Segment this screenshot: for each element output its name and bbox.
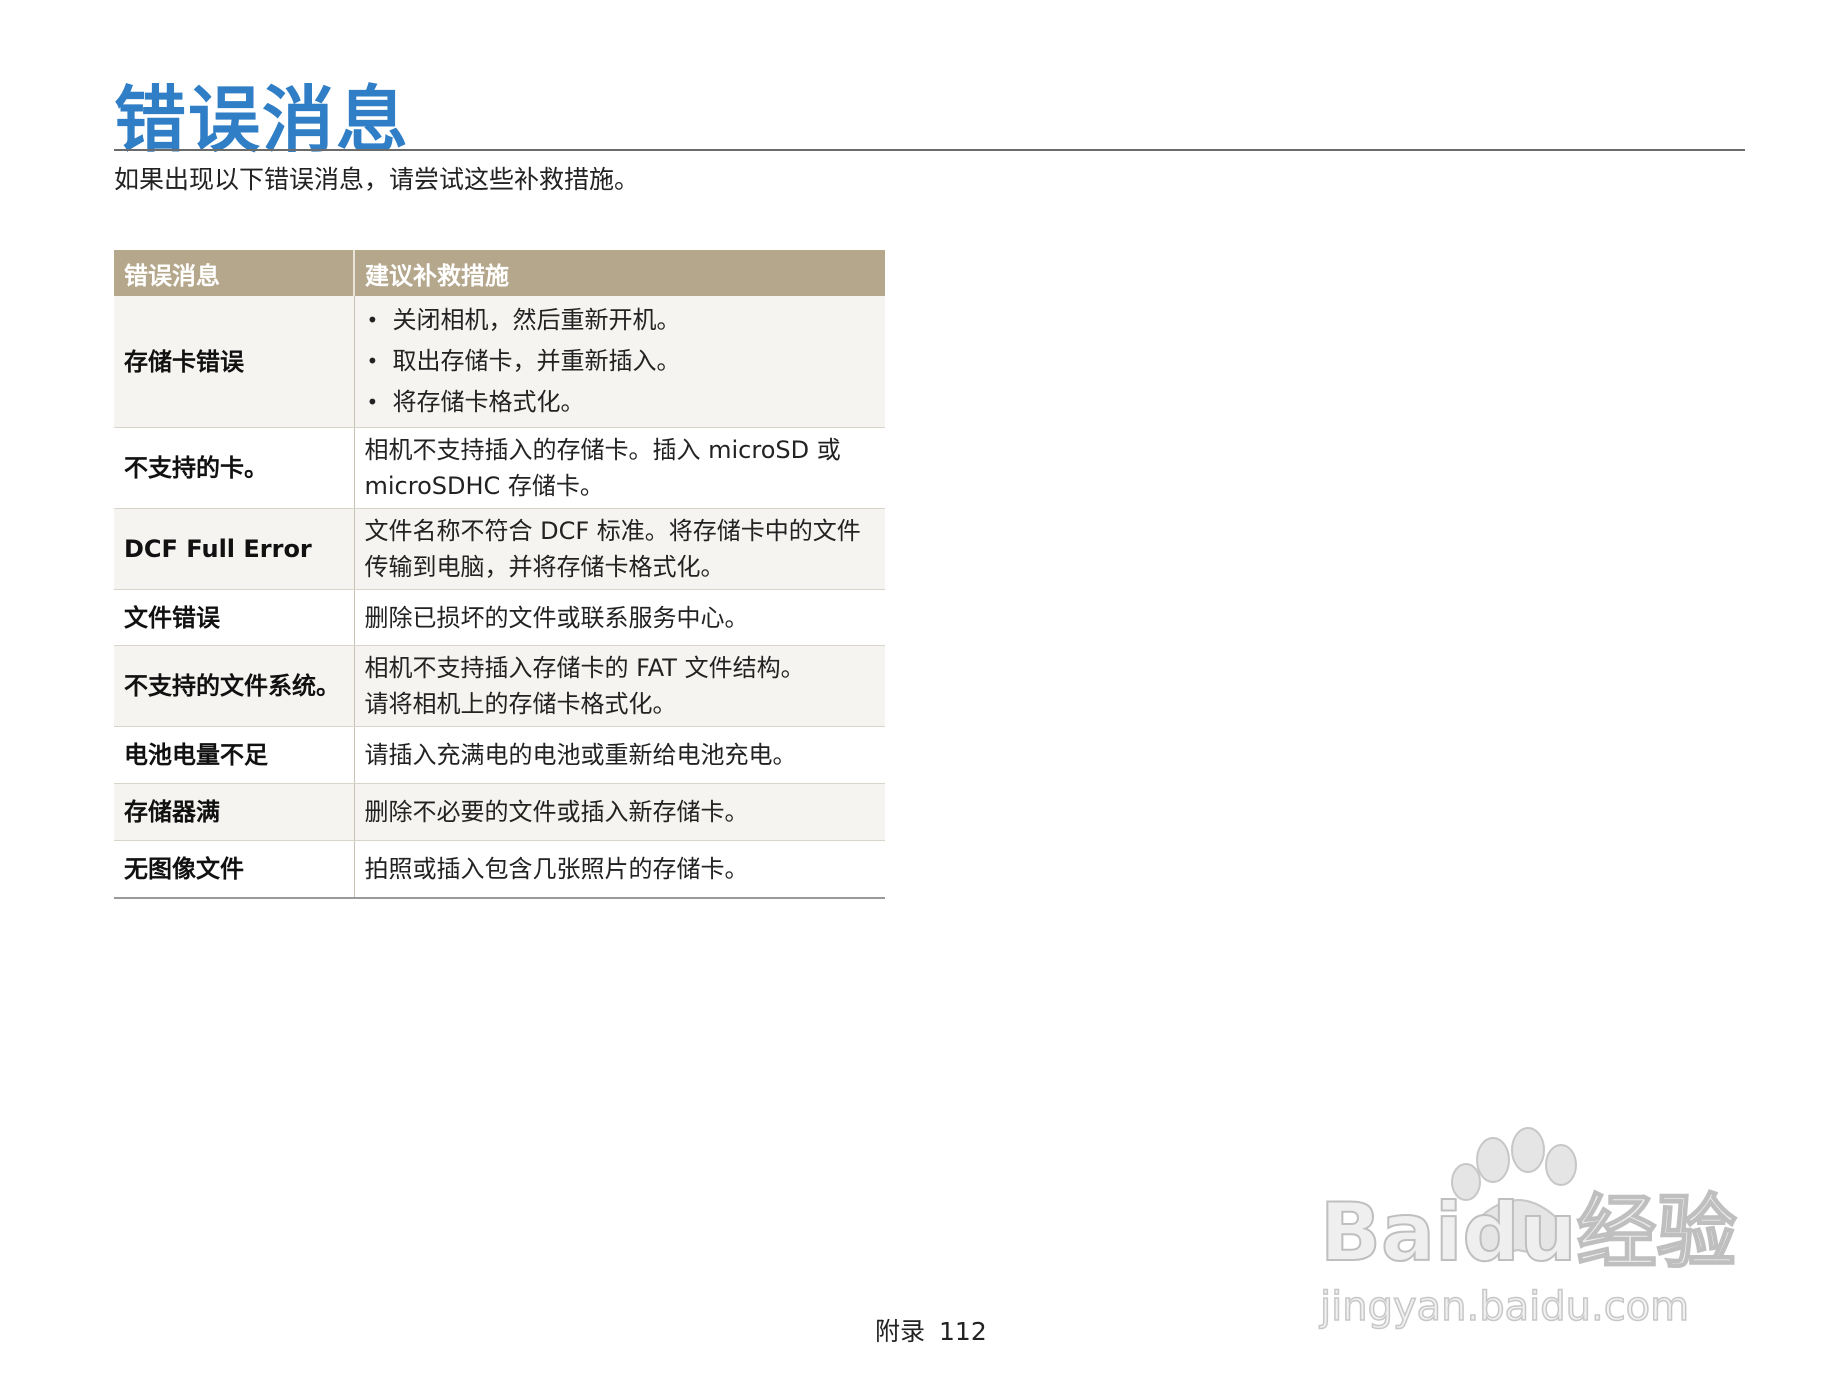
page-number: 112 xyxy=(939,1317,987,1346)
list-item: 将存储卡格式化。 xyxy=(365,382,876,423)
table-row: DCF Full Error 文件名称不符合 DCF 标准。将存储卡中的文件传输… xyxy=(114,508,885,590)
remedy-cell: 删除不必要的文件或插入新存储卡。 xyxy=(353,783,885,841)
remedy-line: 请将相机上的存储卡格式化。 xyxy=(364,690,677,718)
table-row: 存储卡错误 关闭相机，然后重新开机。 取出存储卡，并重新插入。 将存储卡格式化。 xyxy=(114,296,885,428)
error-name: 电池电量不足 xyxy=(114,726,354,784)
baidu-watermark: Baidu经验 jingyan.baidu.com xyxy=(1318,1127,1738,1331)
table-header-row: 错误消息 建议补救措施 xyxy=(114,250,885,296)
error-name: 不支持的卡。 xyxy=(114,427,354,509)
table-row: 电池电量不足 请插入充满电的电池或重新给电池充电。 xyxy=(114,726,885,784)
list-item: 取出存储卡，并重新插入。 xyxy=(365,341,876,382)
error-name: 文件错误 xyxy=(114,589,354,646)
title-divider xyxy=(114,149,1745,151)
list-item: 关闭相机，然后重新开机。 xyxy=(365,300,876,341)
watermark-url: jingyan.baidu.com xyxy=(1319,1284,1689,1330)
error-name: 存储器满 xyxy=(114,783,354,841)
remedy-cell: 关闭相机，然后重新开机。 取出存储卡，并重新插入。 将存储卡格式化。 xyxy=(353,296,885,428)
header-error-message: 错误消息 xyxy=(114,250,354,296)
footer-section: 附录 xyxy=(875,1317,926,1346)
watermark-brand: Baidu经验 xyxy=(1320,1186,1737,1279)
remedy-cell: 文件名称不符合 DCF 标准。将存储卡中的文件传输到电脑，并将存储卡格式化。 xyxy=(353,508,885,590)
error-messages-table: 错误消息 建议补救措施 存储卡错误 关闭相机，然后重新开机。 取出存储卡，并重新… xyxy=(114,250,885,899)
table-row: 文件错误 删除已损坏的文件或联系服务中心。 xyxy=(114,589,885,646)
remedy-line: 相机不支持插入存储卡的 FAT 文件结构。 xyxy=(364,654,805,682)
table-row: 存储器满 删除不必要的文件或插入新存储卡。 xyxy=(114,783,885,841)
remedy-list: 关闭相机，然后重新开机。 取出存储卡，并重新插入。 将存储卡格式化。 xyxy=(365,300,876,423)
remedy-cell: 拍照或插入包含几张照片的存储卡。 xyxy=(353,840,885,899)
page-footer: 附录 112 xyxy=(875,1312,987,1348)
error-name: DCF Full Error xyxy=(114,508,354,590)
remedy-cell: 请插入充满电的电池或重新给电池充电。 xyxy=(353,726,885,784)
error-name: 无图像文件 xyxy=(114,840,354,899)
header-suggested-remedy: 建议补救措施 xyxy=(353,250,885,296)
remedy-cell: 相机不支持插入存储卡的 FAT 文件结构。 请将相机上的存储卡格式化。 xyxy=(353,645,885,727)
table-row: 不支持的卡。 相机不支持插入的存储卡。插入 microSD 或 microSDH… xyxy=(114,427,885,509)
table-row: 无图像文件 拍照或插入包含几张照片的存储卡。 xyxy=(114,840,885,899)
error-name: 存储卡错误 xyxy=(114,296,354,428)
intro-text: 如果出现以下错误消息，请尝试这些补救措施。 xyxy=(114,165,640,194)
remedy-cell: 相机不支持插入的存储卡。插入 microSD 或 microSDHC 存储卡。 xyxy=(353,427,885,509)
table-row: 不支持的文件系统。 相机不支持插入存储卡的 FAT 文件结构。 请将相机上的存储… xyxy=(114,645,885,727)
remedy-cell: 删除已损坏的文件或联系服务中心。 xyxy=(353,589,885,646)
error-name: 不支持的文件系统。 xyxy=(114,645,354,727)
